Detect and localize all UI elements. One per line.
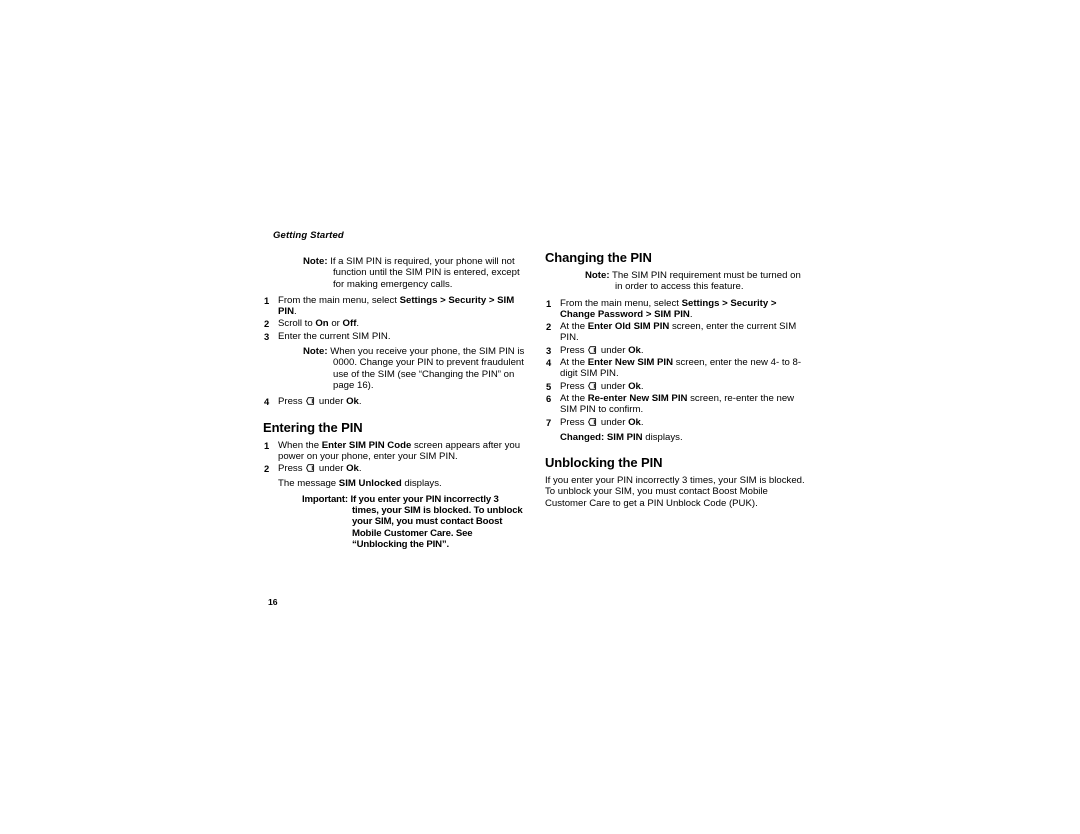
- emphasis-text: Settings > Security > SIM PIN: [278, 294, 515, 318]
- step-left-2: 2 Scroll to On or Off.: [264, 318, 360, 330]
- emphasis-text: SIM Unlocked: [338, 478, 402, 490]
- step-left-1: 1 From the main menu, select Settings > S…: [264, 294, 515, 318]
- softkey-left-icon: [588, 417, 597, 426]
- step-changing-4: 4 At the Enter New SIM PIN screen, enter …: [546, 357, 802, 380]
- step-number: 1: [264, 439, 270, 451]
- step-number: 2: [264, 463, 270, 475]
- step-number: 1: [264, 294, 270, 306]
- step-number: 3: [264, 330, 270, 342]
- step-left-3: 3 Enter the current SIM PIN.: [264, 330, 391, 342]
- running-head: Getting Started: [273, 230, 344, 241]
- softkey-left-icon: [588, 381, 597, 390]
- step-entering-1: 1 When the Enter SIM PIN Code screen appe…: [264, 439, 521, 462]
- emphasis-text: Enter New SIM PIN: [587, 357, 674, 369]
- softkey-left-icon: [306, 397, 315, 406]
- body-column-right: Changing the PIN Note: The SIM PIN requir…: [545, 250, 807, 513]
- emphasis-text: If you enter your PIN incorrectly 3 time…: [350, 493, 523, 550]
- manual-page: Getting Started Note: If a SIM PIN is re…: [0, 0, 1080, 834]
- emphasis-text: Ok: [346, 463, 359, 475]
- softkey-left-icon: [306, 464, 315, 472]
- step-number: 2: [546, 321, 552, 333]
- note-default-pin: Note: When you receive your phone, the S…: [303, 346, 525, 391]
- note-sim-pin-required: Note: If a SIM PIN is required, your pho…: [303, 256, 520, 290]
- result-changed-sim-pin: Changed: SIM PIN displays.: [560, 431, 683, 443]
- emphasis-text: Ok: [628, 344, 641, 356]
- callout-label: Note:: [303, 256, 328, 267]
- step-changing-7: 7 Press under Ok.: [546, 416, 644, 428]
- emphasis-text: Enter Old SIM PIN: [587, 321, 670, 333]
- step-changing-3: 3 Press under Ok.: [546, 344, 644, 356]
- callout-label: Note:: [303, 346, 328, 358]
- heading-entering-the-pin: Entering the PIN: [263, 419, 363, 435]
- para-unblocking-body: If you enter your PIN incorrectly 3 time…: [545, 475, 805, 509]
- step-number: 4: [546, 357, 552, 369]
- step-number: 3: [546, 344, 552, 356]
- step-changing-6: 6 At the Re-enter New SIM PIN screen, re-…: [546, 392, 795, 416]
- result-sim-unlocked: The message SIM Unlocked displays.: [278, 478, 442, 490]
- step-entering-2: 2 Press under Ok.: [264, 463, 362, 475]
- note-requirement-turned-on: Note: The SIM PIN requirement must be tu…: [585, 270, 801, 293]
- emphasis-text: Enter SIM PIN Code: [321, 439, 412, 451]
- step-changing-1: 1 From the main menu, select Settings > S…: [546, 297, 777, 320]
- page-number: 16: [268, 597, 278, 607]
- step-left-4: 4 Press under Ok.: [264, 396, 362, 408]
- emphasis-text: On: [315, 318, 329, 330]
- body-column-left: Note: If a SIM PIN is required, your pho…: [263, 252, 525, 555]
- step-number: 6: [546, 392, 552, 404]
- callout-label: Important:: [302, 493, 348, 505]
- emphasis-text: Off: [342, 318, 357, 330]
- emphasis-text: Changed: SIM PIN: [560, 431, 643, 443]
- emphasis-text: Ok: [628, 380, 641, 392]
- step-number: 7: [546, 416, 552, 428]
- important-pin-blocked: Important: If you enter your PIN incorre…: [282, 494, 525, 550]
- emphasis-text: Settings > Security > Change Password > …: [560, 297, 777, 320]
- heading-unblocking-the-pin: Unblocking the PIN: [545, 455, 663, 471]
- step-number: 2: [264, 318, 270, 330]
- heading-changing-the-pin: Changing the PIN: [545, 250, 652, 265]
- emphasis-text: Ok: [346, 396, 359, 408]
- callout-label: Note:: [585, 270, 610, 281]
- softkey-left-icon: [588, 346, 597, 354]
- emphasis-text: Re-enter New SIM PIN: [587, 392, 688, 404]
- step-changing-2: 2 At the Enter Old SIM PIN screen, enter …: [546, 321, 797, 344]
- step-number: 4: [264, 396, 270, 408]
- emphasis-text: Ok: [628, 416, 641, 428]
- step-number: 1: [546, 297, 552, 309]
- step-changing-5: 5 Press under Ok.: [546, 380, 644, 392]
- step-number: 5: [546, 380, 552, 392]
